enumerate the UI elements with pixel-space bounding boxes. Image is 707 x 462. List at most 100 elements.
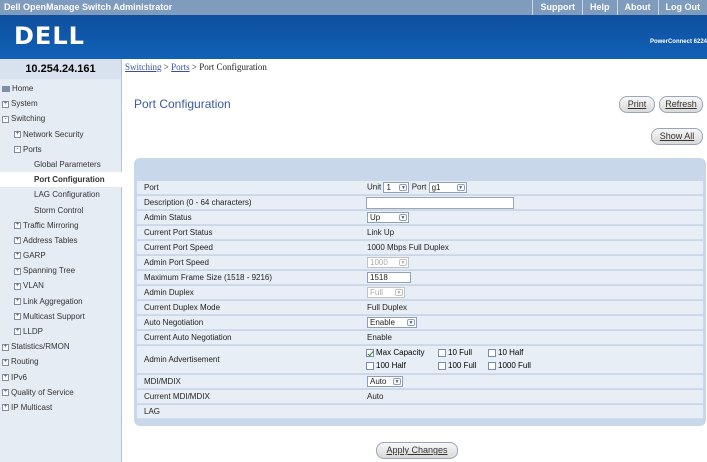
chevron-down-icon: ▼ (399, 259, 407, 266)
expand-icon[interactable]: + (14, 267, 21, 275)
refresh-button[interactable]: Refresh (659, 96, 703, 113)
admin-port-speed-select: 1000 ▼ (367, 257, 409, 268)
nav-item-vlan[interactable]: + VLAN (0, 278, 122, 293)
adv-max-capacity[interactable]: Max Capacity (366, 348, 424, 357)
current-duplex-label: Current Duplex Mode (144, 303, 221, 312)
current-port-speed-label: Current Port Speed (144, 243, 213, 252)
breadcrumb-ports[interactable]: Ports (171, 62, 190, 72)
port-select[interactable]: g1 ▼ (428, 182, 467, 193)
help-link[interactable]: Help (581, 0, 617, 15)
nav-item-ip-multicast[interactable]: + IP Multicast (0, 400, 122, 415)
nav-item-routing[interactable]: + Routing (0, 354, 122, 369)
nav-item-global-parameters[interactable]: Global Parameters (0, 157, 122, 172)
nav-item-traffic-mirroring[interactable]: + Traffic Mirroring (0, 218, 122, 233)
support-link[interactable]: Support (532, 0, 582, 15)
expand-icon[interactable]: + (2, 100, 9, 108)
nav-item-switching[interactable]: - Switching (0, 111, 122, 126)
nav-item-port-configuration[interactable]: Port Configuration (0, 172, 122, 188)
checkbox[interactable] (488, 348, 496, 357)
nav-item-spanning-tree[interactable]: + Spanning Tree (0, 263, 122, 278)
banner: DELL PowerConnect 6224 (0, 15, 707, 59)
expand-icon[interactable]: + (14, 130, 21, 138)
admin-duplex-select: Full ▼ (367, 287, 405, 298)
max-frame-size-label: Maximum Frame Size (1518 - 9216) (144, 273, 273, 282)
port-label: Port (144, 183, 159, 192)
nav-item-label: Quality of Service (11, 387, 74, 397)
admin-duplex-wrap: Full ▼ (367, 287, 405, 298)
checkbox[interactable] (438, 348, 446, 357)
nav-item-garp[interactable]: + GARP (0, 248, 122, 263)
nav-item-ipv6[interactable]: + IPv6 (0, 370, 122, 385)
checkbox-label: 100 Half (376, 361, 406, 371)
row-current-port-speed: Current Port Speed 1000 Mbps Full Duplex (137, 241, 703, 255)
auto-negotiation-wrap: Enable ▼ (367, 317, 417, 328)
expand-icon[interactable]: + (14, 313, 21, 321)
nav-item-address-tables[interactable]: + Address Tables (0, 233, 122, 248)
collapse-icon[interactable]: - (14, 146, 21, 154)
breadcrumb-switching[interactable]: Switching (125, 62, 162, 72)
checkbox[interactable] (438, 361, 446, 370)
expand-icon[interactable]: + (14, 222, 21, 230)
expand-icon[interactable]: + (2, 389, 9, 397)
print-button[interactable]: Print (619, 96, 655, 113)
nav-item-network-security[interactable]: + Network Security (0, 127, 122, 142)
nav-item-lag-configuration[interactable]: LAG Configuration (0, 187, 122, 202)
checkbox[interactable] (366, 361, 374, 370)
breadcrumb-separator: > (161, 62, 172, 72)
max-frame-size-input[interactable]: 1518 (367, 272, 411, 283)
about-link[interactable]: About (616, 0, 658, 15)
nav-item-label: System (11, 99, 38, 109)
nav-item-quality-of-service[interactable]: + Quality of Service (0, 385, 122, 400)
adv-100-half[interactable]: 100 Half (366, 361, 406, 370)
checkbox-label: Max Capacity (376, 348, 425, 358)
auto-negotiation-value: Enable (370, 318, 395, 327)
adv-1000-full[interactable]: 1000 Full (488, 361, 531, 370)
expand-icon[interactable]: + (14, 237, 21, 245)
expand-icon[interactable]: + (14, 298, 21, 306)
admin-status-select[interactable]: Up ▼ (367, 212, 409, 223)
unit-select[interactable]: 1 ▼ (383, 182, 410, 193)
nav-item-ports[interactable]: - Ports (0, 142, 122, 157)
expand-icon[interactable]: + (2, 358, 9, 366)
apply-changes-button[interactable]: Apply Changes (376, 442, 458, 459)
logout-link[interactable]: Log Out (657, 0, 707, 15)
row-current-port-status: Current Port Status Link Up (137, 226, 703, 240)
nav-item-statistics-rmon[interactable]: + Statistics/RMON (0, 339, 122, 354)
show-all-button[interactable]: Show All (651, 128, 703, 145)
adv-10-full[interactable]: 10 Full (438, 348, 472, 357)
nav-item-label: LLDP (23, 327, 44, 336)
checkbox-label: 100 Full (448, 361, 477, 371)
expand-icon[interactable]: + (2, 373, 9, 381)
nav-item-label: Storm Control (34, 205, 84, 215)
expand-icon[interactable]: + (2, 343, 9, 351)
nav-item-home[interactable]: Home (0, 81, 122, 96)
row-admin-status: Admin Status Up ▼ (137, 211, 703, 225)
chevron-down-icon: ▼ (393, 378, 401, 385)
collapse-icon[interactable]: - (2, 115, 9, 123)
nav-item-multicast-support[interactable]: + Multicast Support (0, 309, 122, 324)
row-admin-port-speed: Admin Port Speed 1000 ▼ (137, 256, 703, 270)
nav-item-lldp[interactable]: + LLDP (0, 324, 122, 339)
expand-icon[interactable]: + (14, 282, 21, 290)
adv-100-full[interactable]: 100 Full (438, 361, 476, 370)
checkbox[interactable] (366, 348, 374, 357)
nav-item-link-aggregation[interactable]: + Link Aggregation (0, 294, 122, 309)
chevron-down-icon: ▼ (407, 319, 415, 326)
current-port-speed-value: 1000 Mbps Full Duplex (367, 243, 449, 252)
app-title: Dell OpenManage Switch Administrator (4, 2, 173, 12)
switch-ip: 10.254.24.161 (0, 59, 121, 79)
description-input[interactable] (366, 197, 514, 209)
checkbox[interactable] (488, 361, 496, 370)
unit-select-value: 1 (386, 183, 391, 192)
expand-icon[interactable]: + (14, 328, 21, 336)
product-name: PowerConnect 6224 (649, 39, 707, 45)
expand-icon[interactable]: + (2, 404, 9, 412)
adv-10-half[interactable]: 10 Half (488, 348, 523, 357)
expand-icon[interactable]: + (14, 252, 21, 260)
auto-negotiation-select[interactable]: Enable ▼ (367, 317, 417, 328)
mdi-mdix-select[interactable]: Auto ▼ (367, 376, 403, 387)
chevron-down-icon: ▼ (395, 289, 403, 296)
left-nav: 10.254.24.161 Home + System - Switching + N… (0, 59, 122, 462)
nav-item-system[interactable]: + System (0, 96, 122, 111)
nav-item-storm-control[interactable]: Storm Control (0, 203, 122, 218)
